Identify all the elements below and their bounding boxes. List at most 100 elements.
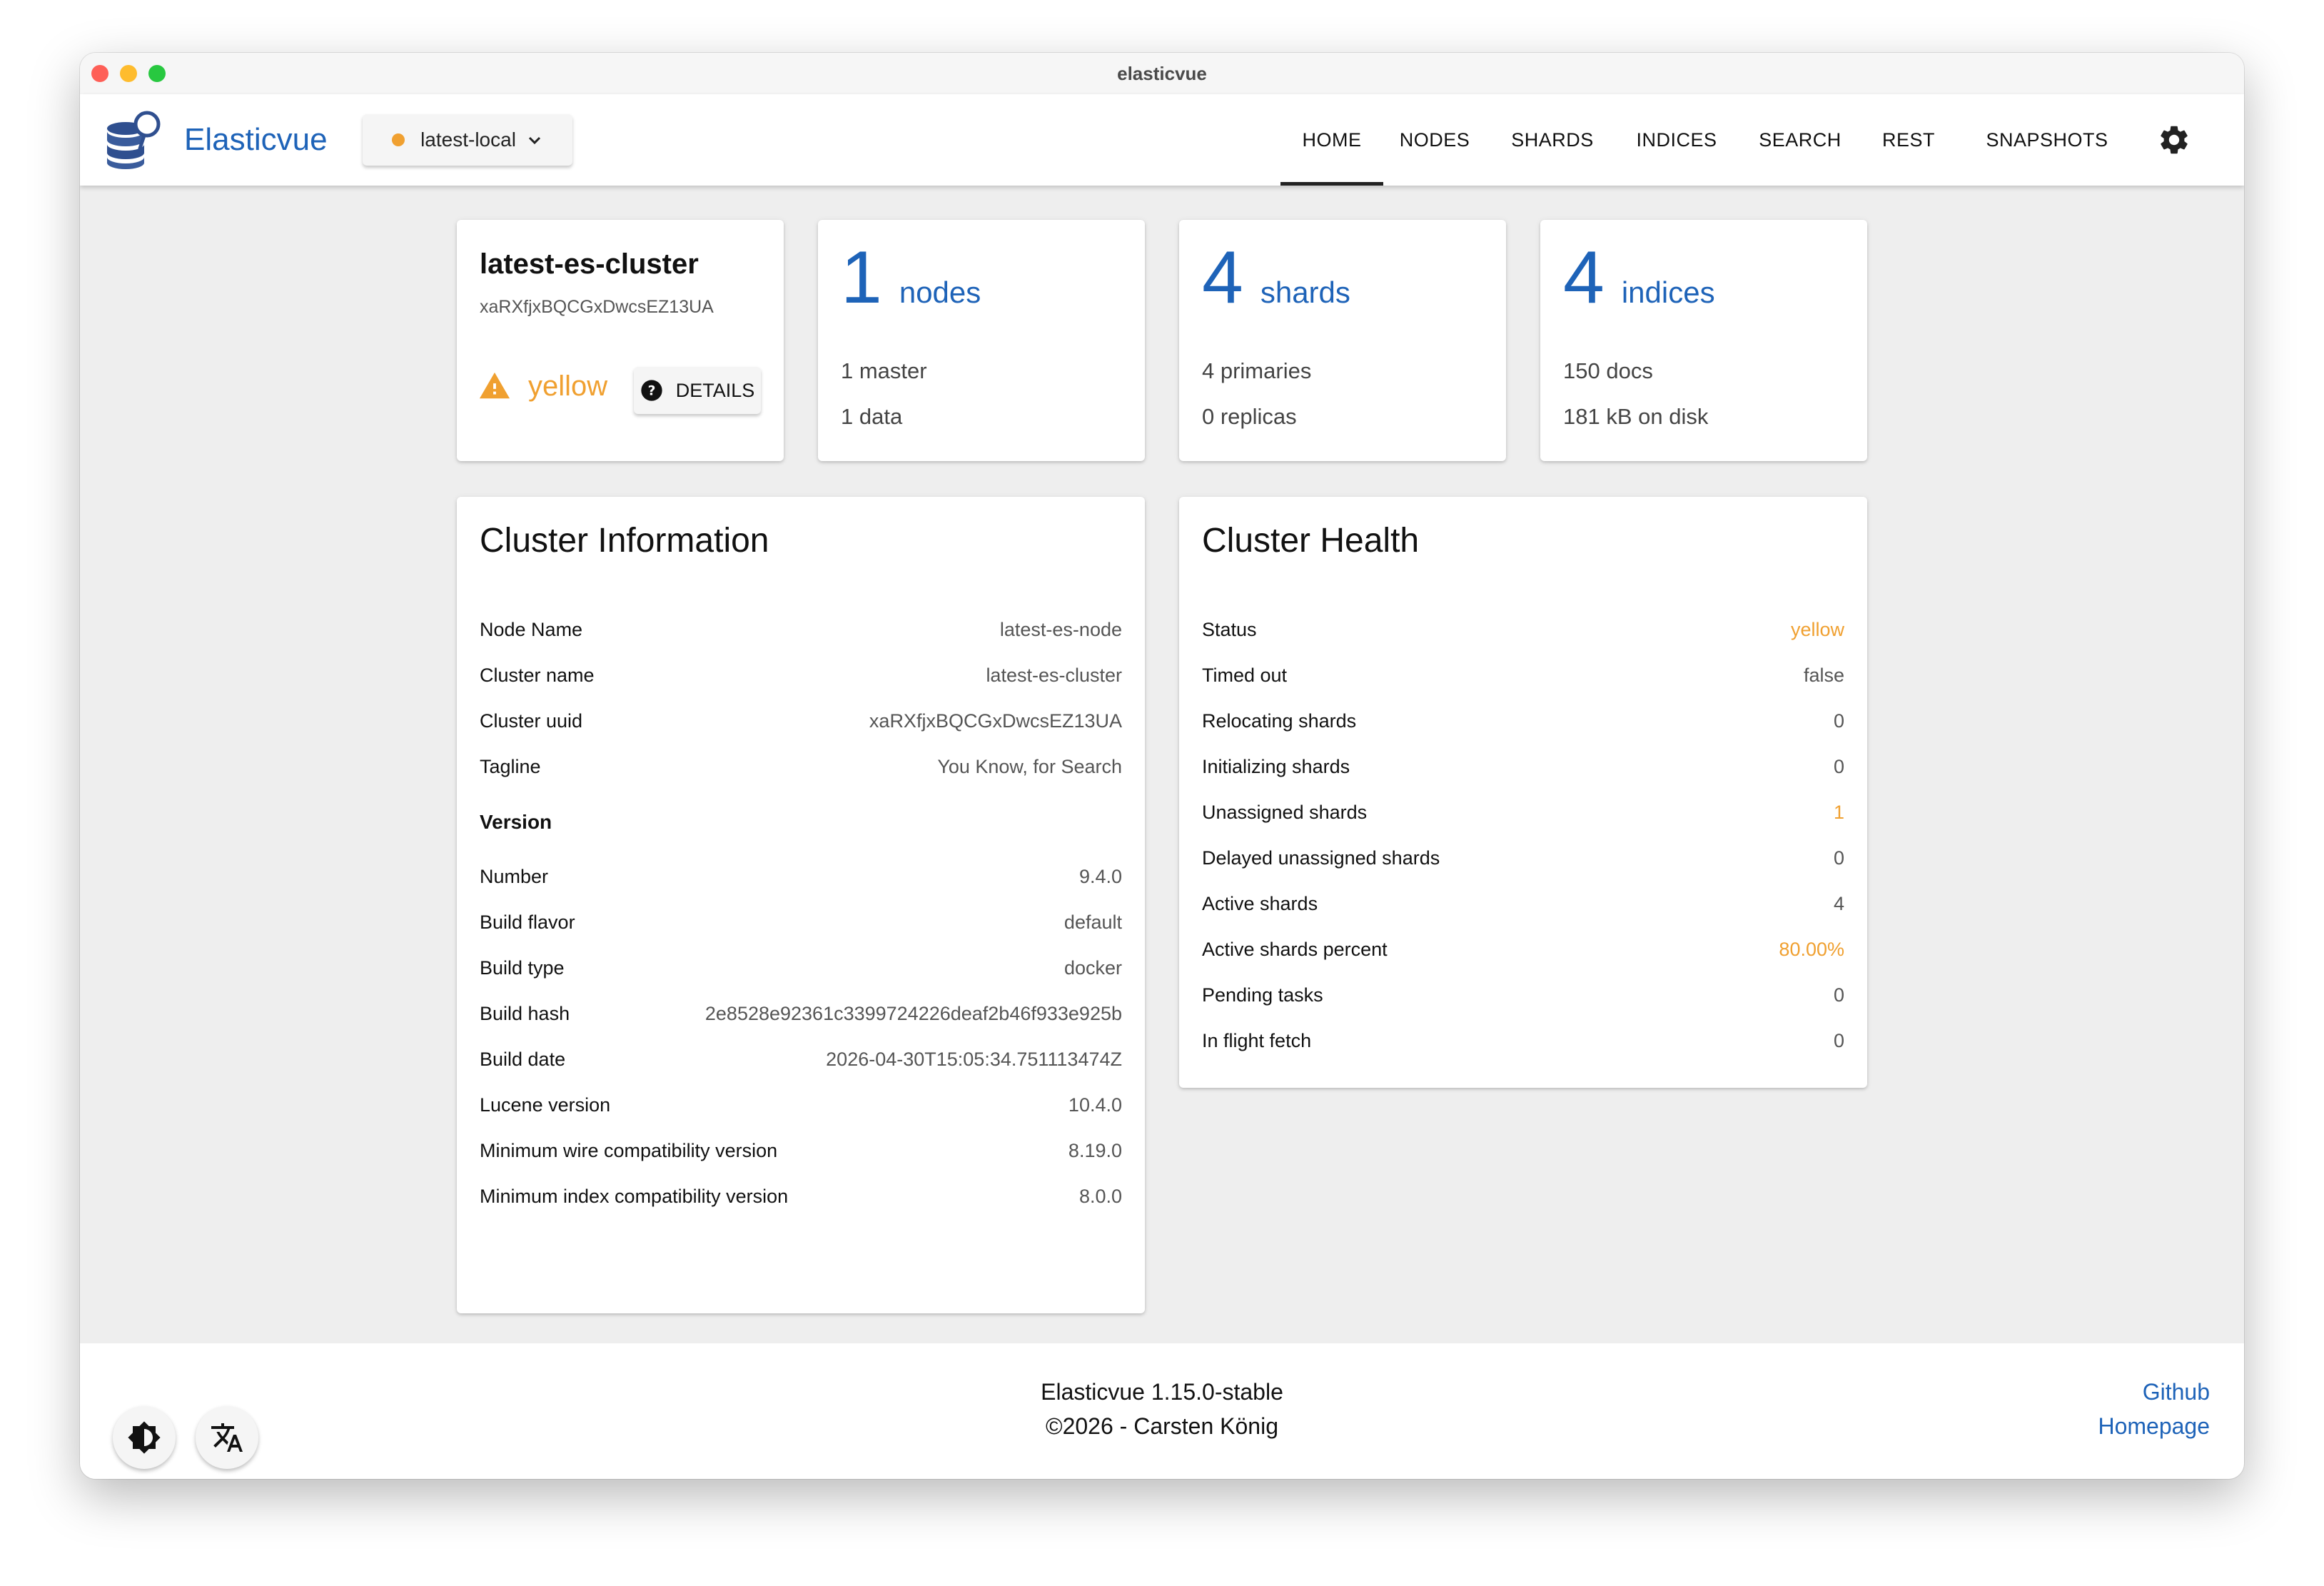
- health-row: Active shards 4: [1202, 889, 1844, 918]
- version-value: docker: [1064, 956, 1122, 979]
- health-key: In flight fetch: [1202, 1029, 1312, 1051]
- info-row: Node Name latest-es-node: [480, 615, 1122, 644]
- health-key: Pending tasks: [1202, 984, 1323, 1006]
- health-row: Delayed unassigned shards 0: [1202, 844, 1844, 872]
- indices-card[interactable]: 4 indices 150 docs 181 kB on disk: [1540, 220, 1867, 461]
- cluster-health-card: Cluster Health Status yellow Timed out f…: [1179, 497, 1867, 1088]
- nodes-card[interactable]: 1 nodes 1 master 1 data: [818, 220, 1145, 461]
- health-key: Active shards percent: [1202, 938, 1388, 960]
- health-value: 1: [1833, 801, 1844, 823]
- indices-docs: 150 docs: [1563, 358, 1653, 383]
- health-row: Timed out false: [1202, 661, 1844, 690]
- health-row: Pending tasks 0: [1202, 981, 1844, 1009]
- details-label: DETAILS: [675, 379, 755, 401]
- info-value: latest-es-cluster: [986, 664, 1122, 686]
- app-bar: Elasticvue latest-local HOME NODES SHARD…: [80, 94, 2244, 186]
- info-value: xaRXfjxBQCGxDwcsEZ13UA: [869, 709, 1122, 732]
- cluster-health-indicator: yellow: [478, 370, 607, 403]
- cluster-information-card: Cluster Information Node Name latest-es-…: [457, 497, 1145, 1313]
- version-row: Number 9.4.0: [480, 862, 1122, 891]
- version-row: Minimum index compatibility version 8.0.…: [480, 1182, 1122, 1211]
- version-value: 8.19.0: [1068, 1139, 1122, 1161]
- brand[interactable]: Elasticvue: [101, 107, 328, 173]
- version-row: Build flavor default: [480, 908, 1122, 936]
- health-value: 0: [1833, 755, 1844, 777]
- version-value: 10.4.0: [1068, 1093, 1122, 1116]
- version-key: Build hash: [480, 1002, 570, 1024]
- shards-replicas: 0 replicas: [1202, 404, 1297, 429]
- cluster-health-title: Cluster Health: [1202, 522, 1420, 560]
- app-window: elasticvue Elasticvue latest-local HOME …: [80, 53, 2244, 1479]
- cluster-name: latest-es-cluster: [480, 248, 699, 280]
- cluster-selector-label: latest-local: [420, 128, 516, 151]
- info-value: You Know, for Search: [937, 755, 1122, 777]
- info-key: Node Name: [480, 618, 583, 640]
- nodes-master: 1 master: [841, 358, 927, 383]
- version-row: Build date 2026-04-30T15:05:34.751113474…: [480, 1045, 1122, 1074]
- tab-search[interactable]: SEARCH: [1753, 94, 1847, 186]
- info-row: Tagline You Know, for Search: [480, 752, 1122, 781]
- homepage-link[interactable]: Homepage: [2098, 1413, 2210, 1440]
- cluster-selector-button[interactable]: latest-local: [363, 114, 572, 166]
- tab-rest[interactable]: REST: [1873, 94, 1944, 186]
- health-row: Active shards percent 80.00%: [1202, 935, 1844, 964]
- version-row: Lucene version 10.4.0: [480, 1091, 1122, 1119]
- indices-stat: 4 indices: [1563, 238, 1715, 317]
- version-key: Lucene version: [480, 1093, 611, 1116]
- health-key: Timed out: [1202, 664, 1288, 686]
- zoom-window-button[interactable]: [148, 65, 166, 82]
- version-key: Minimum wire compatibility version: [480, 1139, 778, 1161]
- cluster-status-dot: [392, 133, 405, 146]
- health-row: In flight fetch 0: [1202, 1026, 1844, 1055]
- version-row: Build hash 2e8528e92361c3399724226deaf2b…: [480, 999, 1122, 1028]
- health-key: Status: [1202, 618, 1257, 640]
- health-key: Initializing shards: [1202, 755, 1350, 777]
- cluster-card: latest-es-cluster xaRXfjxBQCGxDwcsEZ13UA…: [457, 220, 784, 461]
- tab-home[interactable]: HOME: [1280, 94, 1383, 186]
- health-value: 0: [1833, 984, 1844, 1006]
- shards-card[interactable]: 4 shards 4 primaries 0 replicas: [1179, 220, 1506, 461]
- nodes-stat: 1 nodes: [841, 238, 981, 317]
- info-row: Cluster uuid xaRXfjxBQCGxDwcsEZ13UA: [480, 707, 1122, 735]
- chevron-down-icon: [528, 136, 540, 145]
- github-link[interactable]: Github: [2143, 1379, 2210, 1405]
- cluster-health-text: yellow: [528, 370, 608, 402]
- health-value: 0: [1833, 847, 1844, 869]
- details-button[interactable]: ? DETAILS: [634, 367, 761, 414]
- version-value: default: [1064, 911, 1122, 933]
- version-key: Build type: [480, 956, 565, 979]
- indices-count: 4: [1563, 236, 1605, 319]
- info-value: latest-es-node: [999, 618, 1122, 640]
- info-key: Cluster name: [480, 664, 595, 686]
- gear-icon[interactable]: [2157, 123, 2191, 157]
- version-value: 9.4.0: [1078, 865, 1122, 887]
- version-row: Build type docker: [480, 954, 1122, 982]
- version-key: Build date: [480, 1048, 566, 1070]
- nodes-count: 1: [841, 236, 882, 319]
- close-window-button[interactable]: [91, 65, 108, 82]
- indices-unit: indices: [1621, 276, 1715, 309]
- minimize-window-button[interactable]: [120, 65, 137, 82]
- version-value: 2e8528e92361c3399724226deaf2b46f933e925b: [704, 1002, 1122, 1024]
- tab-nodes[interactable]: NODES: [1392, 94, 1477, 186]
- warning-icon: [479, 372, 510, 399]
- info-key: Tagline: [480, 755, 541, 777]
- health-row: Unassigned shards 1: [1202, 798, 1844, 827]
- tab-indices[interactable]: INDICES: [1630, 94, 1723, 186]
- shards-primaries: 4 primaries: [1202, 358, 1312, 383]
- health-value: 4: [1833, 892, 1844, 914]
- footer: Elasticvue 1.15.0-stable ©2026 - Carsten…: [80, 1343, 2244, 1479]
- version-heading: Version: [480, 811, 552, 833]
- tab-shards[interactable]: SHARDS: [1506, 94, 1599, 186]
- tab-snapshots[interactable]: SNAPSHOTS: [1976, 94, 2118, 186]
- title-bar: elasticvue: [80, 53, 2244, 94]
- health-value: 0: [1833, 709, 1844, 732]
- version-value: 8.0.0: [1078, 1185, 1122, 1207]
- info-key: Cluster uuid: [480, 709, 583, 732]
- cluster-information-title: Cluster Information: [480, 522, 769, 560]
- health-key: Active shards: [1202, 892, 1318, 914]
- health-value: false: [1803, 664, 1844, 686]
- version-key: Number: [480, 865, 549, 887]
- health-value: 80.00%: [1779, 938, 1844, 960]
- health-key: Relocating shards: [1202, 709, 1357, 732]
